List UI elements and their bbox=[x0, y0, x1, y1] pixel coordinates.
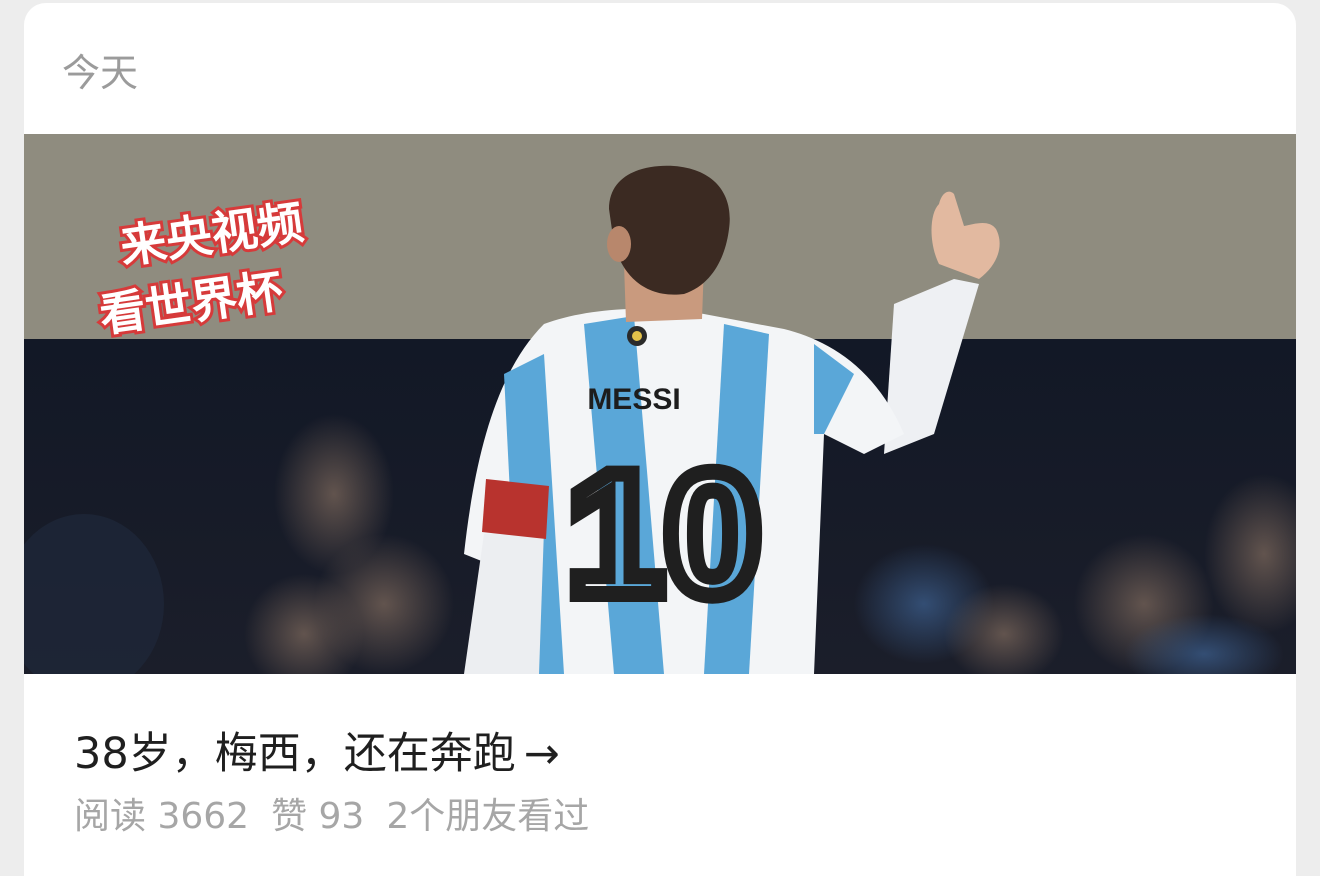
article-title: 38岁，梅西，还在奔跑 bbox=[74, 729, 516, 779]
friends-read-count: 2个朋友看过 bbox=[386, 796, 590, 837]
article-card[interactable]: 今天 MESSI 10 来央视频 看世界杯 38岁，梅西，还在奔跑 → 阅读 3… bbox=[24, 3, 1296, 876]
article-cover-image[interactable]: MESSI 10 来央视频 看世界杯 bbox=[24, 134, 1296, 674]
like-count: 赞 93 bbox=[271, 796, 365, 837]
jersey-number: 10 bbox=[567, 437, 762, 632]
article-stats: 阅读 3662 赞 93 2个朋友看过 bbox=[74, 791, 611, 843]
article-title-link[interactable]: 38岁，梅西，还在奔跑 → bbox=[74, 723, 560, 785]
arrow-right-icon: → bbox=[523, 729, 560, 779]
jersey-name: MESSI bbox=[587, 383, 680, 416]
read-count: 阅读 3662 bbox=[74, 796, 250, 837]
date-header: 今天 bbox=[62, 51, 139, 95]
